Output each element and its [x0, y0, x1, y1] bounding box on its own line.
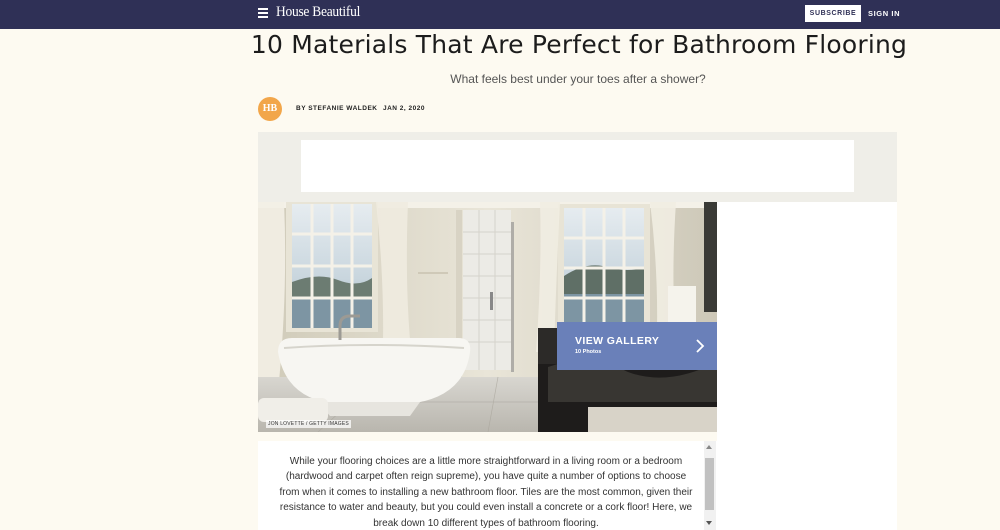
intro-paragraph: While your flooring choices are a little… — [279, 456, 693, 529]
top-nav-bar: House Beautiful SUBSCRIBE SIGN IN — [0, 0, 1000, 29]
body-scrollbar[interactable] — [704, 441, 716, 530]
chevron-right-icon — [696, 339, 705, 353]
hamburger-menu-icon[interactable] — [258, 8, 268, 18]
right-rail — [717, 202, 897, 530]
ad-slot — [301, 140, 854, 192]
sign-in-link[interactable]: SIGN IN — [868, 9, 900, 18]
scroll-down-icon[interactable] — [706, 521, 712, 525]
article-body: While your flooring choices are a little… — [258, 441, 717, 530]
bathroom-photo — [258, 202, 717, 432]
article-title: 10 Materials That Are Perfect for Bathro… — [250, 30, 908, 59]
gallery-count: 10 Photos — [575, 349, 602, 355]
author-byline[interactable]: BY STEFANIE WALDEK — [296, 105, 377, 112]
view-gallery-button[interactable]: VIEW GALLERY 10 Photos — [557, 322, 717, 370]
site-logo[interactable]: House Beautiful — [276, 4, 360, 21]
subscribe-button[interactable]: SUBSCRIBE — [805, 5, 861, 22]
photo-credit: JON LOVETTE / GETTY IMAGES — [266, 420, 351, 428]
publish-date: JAN 2, 2020 — [383, 105, 425, 112]
gallery-label: VIEW GALLERY — [575, 335, 660, 347]
author-avatar[interactable]: HB — [258, 97, 282, 121]
hero-image[interactable] — [258, 202, 717, 432]
article-dek: What feels best under your toes after a … — [450, 72, 706, 86]
scroll-thumb[interactable] — [705, 458, 714, 510]
scroll-up-icon[interactable] — [706, 445, 712, 449]
